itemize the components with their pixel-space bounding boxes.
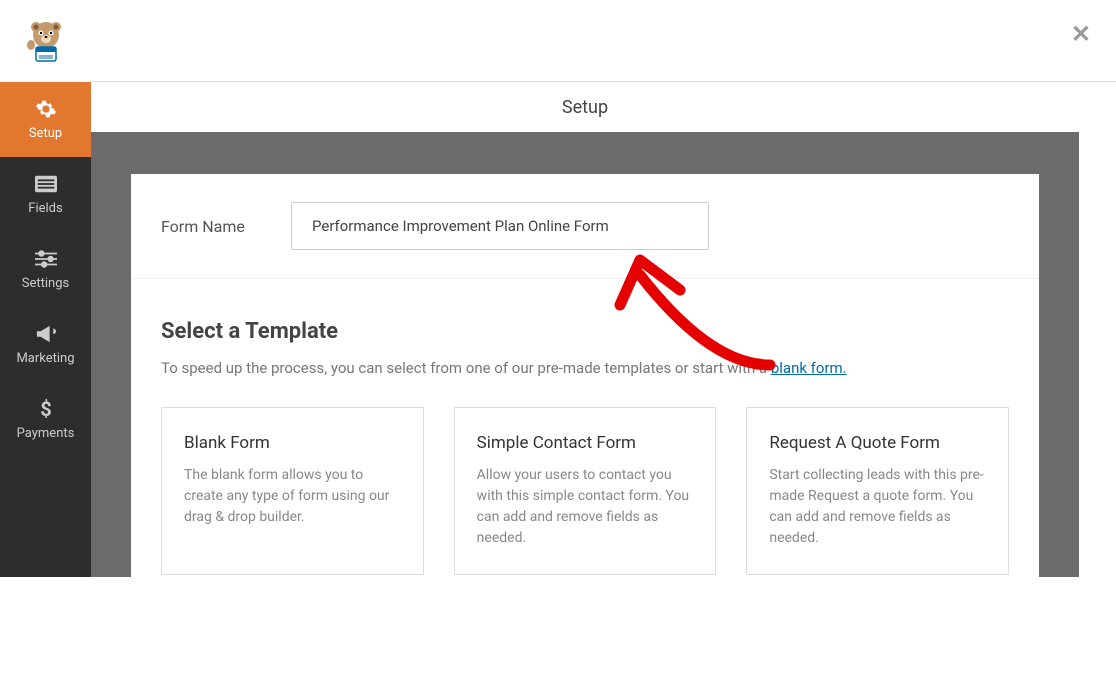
template-card-title: Simple Contact Form (477, 433, 694, 453)
template-subtext-before: To speed up the process, you can select … (161, 359, 771, 377)
template-card-title: Blank Form (184, 433, 401, 453)
bear-logo-icon (22, 17, 70, 65)
sidebar-item-fields[interactable]: Fields (0, 157, 91, 232)
content-area: Form Name Select a Template To speed up … (91, 82, 1079, 577)
close-button[interactable]: ✕ (1071, 20, 1091, 48)
svg-text:$: $ (40, 398, 51, 420)
template-grid: Blank Form The blank form allows you to … (161, 407, 1009, 575)
sidebar-item-label: Payments (17, 426, 75, 441)
sidebar-item-payments[interactable]: $ Payments (0, 382, 91, 457)
gear-icon (35, 98, 57, 120)
template-card-simple-contact[interactable]: Simple Contact Form Allow your users to … (454, 407, 717, 575)
dollar-icon: $ (35, 398, 57, 420)
sidebar-item-marketing[interactable]: Marketing (0, 307, 91, 382)
template-card-title: Request A Quote Form (769, 433, 986, 453)
content-card: Form Name Select a Template To speed up … (131, 174, 1039, 674)
sliders-icon (35, 248, 57, 270)
template-section: Select a Template To speed up the proces… (131, 279, 1039, 575)
sidebar-item-setup[interactable]: Setup (0, 82, 91, 157)
megaphone-icon (35, 323, 57, 345)
template-card-desc: The blank form allows you to create any … (184, 465, 401, 528)
template-card-request-quote[interactable]: Request A Quote Form Start collecting le… (746, 407, 1009, 575)
form-name-label: Form Name (161, 217, 291, 236)
sidebar-item-settings[interactable]: Settings (0, 232, 91, 307)
sidebar-item-label: Setup (29, 126, 62, 141)
template-card-desc: Allow your users to contact you with thi… (477, 465, 694, 549)
sidebar-item-label: Marketing (16, 351, 74, 366)
form-name-row: Form Name (131, 174, 1039, 279)
template-card-blank[interactable]: Blank Form The blank form allows you to … (161, 407, 424, 575)
template-card-desc: Start collecting leads with this pre-mad… (769, 465, 986, 549)
page-title-bar: Setup (91, 82, 1079, 132)
sidebar-item-label: Settings (22, 276, 69, 291)
blank-form-link[interactable]: blank form. (771, 359, 847, 377)
logo (0, 0, 91, 82)
form-name-input[interactable] (291, 202, 709, 250)
form-icon (35, 173, 57, 195)
sidebar-item-label: Fields (28, 201, 62, 216)
top-bar (91, 0, 1116, 82)
page-title: Setup (562, 97, 608, 118)
template-subtext: To speed up the process, you can select … (161, 359, 1009, 377)
template-heading: Select a Template (161, 319, 1009, 344)
sidebar: Setup Fields Settings Marketing $ Paymen… (0, 0, 91, 577)
